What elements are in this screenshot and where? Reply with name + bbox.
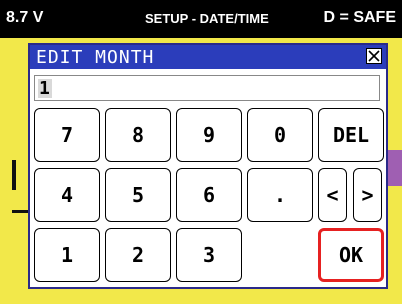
battery-voltage: 8.7 V — [6, 9, 44, 26]
key-7[interactable]: 7 — [34, 108, 100, 162]
close-icon[interactable] — [366, 48, 382, 64]
key-8[interactable]: 8 — [105, 108, 171, 162]
status-bar: 8.7 V SETUP - DATE/TIME D = SAFE — [0, 0, 402, 38]
cursor-left-button[interactable]: < — [318, 168, 347, 222]
key-6[interactable]: 6 — [176, 168, 242, 222]
key-5[interactable]: 5 — [105, 168, 171, 222]
key-4[interactable]: 4 — [34, 168, 100, 222]
key-decimal[interactable]: . — [247, 168, 313, 222]
background-dash — [12, 210, 28, 213]
key-9[interactable]: 9 — [176, 108, 242, 162]
key-3[interactable]: 3 — [176, 228, 242, 282]
edit-month-dialog: EDIT MONTH 1 7 8 9 0 DEL 4 5 6 . < > 1 2… — [28, 43, 388, 289]
key-0[interactable]: 0 — [247, 108, 313, 162]
dialog-title: EDIT MONTH — [36, 47, 155, 68]
background-panel-edge — [388, 150, 402, 186]
ok-button[interactable]: OK — [318, 228, 384, 282]
cursor-right-button[interactable]: > — [353, 168, 382, 222]
month-input[interactable]: 1 — [34, 75, 380, 101]
mode-indicator: D = SAFE — [323, 9, 396, 26]
key-1[interactable]: 1 — [34, 228, 100, 282]
screen-title: SETUP - DATE/TIME — [145, 11, 269, 26]
background-marker — [12, 160, 16, 190]
month-value: 1 — [39, 78, 50, 99]
dialog-title-bar: EDIT MONTH — [30, 45, 386, 69]
delete-button[interactable]: DEL — [318, 108, 384, 162]
key-2[interactable]: 2 — [105, 228, 171, 282]
